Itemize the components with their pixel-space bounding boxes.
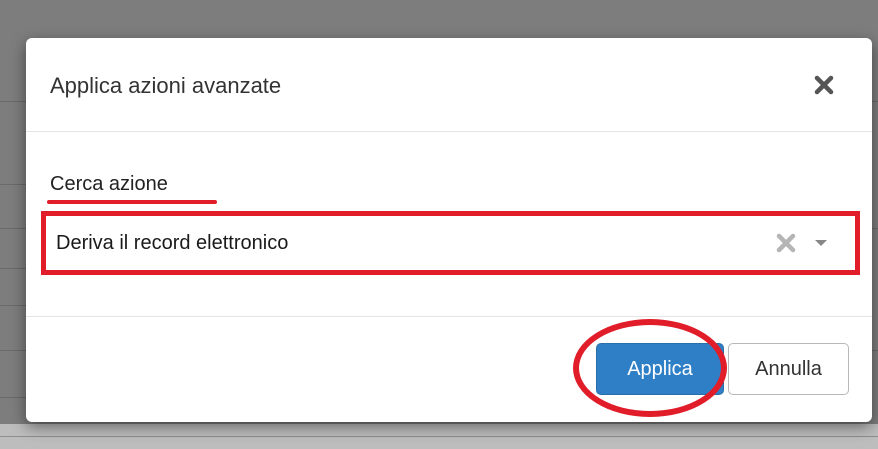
close-icon bbox=[814, 75, 834, 95]
background-divider bbox=[872, 228, 878, 229]
background-divider bbox=[0, 268, 26, 269]
clear-icon bbox=[776, 233, 796, 253]
select-clear-button[interactable] bbox=[774, 232, 798, 254]
chevron-down-icon bbox=[815, 240, 827, 246]
label-highlight-underline bbox=[47, 200, 217, 204]
close-button[interactable] bbox=[811, 72, 837, 98]
apply-button[interactable]: Applica bbox=[596, 343, 724, 395]
background-divider bbox=[0, 184, 26, 185]
dialog-footer: Applica Annulla bbox=[26, 316, 872, 422]
background-divider bbox=[0, 350, 26, 351]
select-dropdown-toggle[interactable] bbox=[813, 232, 829, 254]
background-divider bbox=[872, 350, 878, 351]
background-divider bbox=[0, 436, 878, 437]
select-value: Deriva il record elettronico bbox=[56, 232, 289, 254]
background-divider bbox=[0, 397, 26, 398]
background-divider bbox=[872, 101, 878, 102]
background-divider bbox=[0, 305, 26, 306]
cancel-button[interactable]: Annulla bbox=[728, 343, 849, 395]
dialog-title: Applica azioni avanzate bbox=[50, 73, 282, 98]
advanced-actions-dialog: Applica azioni avanzate Cerca azione Der… bbox=[26, 38, 872, 422]
background-divider bbox=[0, 101, 26, 102]
background-divider bbox=[0, 228, 26, 229]
dialog-body: Cerca azione Deriva il record elettronic… bbox=[26, 132, 872, 316]
dialog-header: Applica azioni avanzate bbox=[26, 38, 872, 132]
search-action-label: Cerca azione bbox=[50, 173, 168, 195]
action-select[interactable]: Deriva il record elettronico bbox=[48, 218, 853, 268]
